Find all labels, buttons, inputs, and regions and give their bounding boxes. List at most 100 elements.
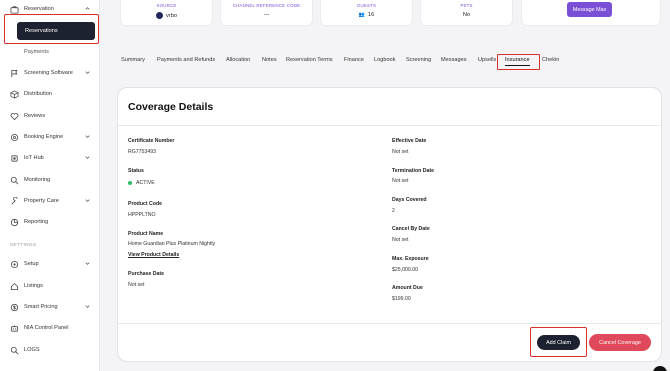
chevron-down-icon xyxy=(84,154,91,161)
sidebar: Reservation Reservations Payments Screen… xyxy=(0,0,100,371)
guests-card: GUESTS 👥 16 xyxy=(320,0,413,26)
max-exposure-label: Max. Exposure xyxy=(392,256,429,262)
certificate-number-value: RG7753493 xyxy=(128,149,156,155)
divider xyxy=(118,323,661,324)
status-value-row: ACTIVE xyxy=(128,180,155,186)
add-claim-button[interactable]: Add Claim xyxy=(537,335,580,350)
people-icon: 👥 xyxy=(358,12,365,18)
tab-upsells[interactable]: Upsells xyxy=(478,57,496,63)
nav-nia-control-panel[interactable]: NIA Control Panel xyxy=(10,321,94,335)
certificate-number-label: Certificate Number xyxy=(128,138,175,144)
status-value: ACTIVE xyxy=(136,180,155,186)
source-value-row: vrbo xyxy=(121,12,212,19)
coverage-details-card: Coverage Details Certificate Number RG77… xyxy=(117,87,662,362)
chevron-down-icon xyxy=(84,303,91,310)
search-icon xyxy=(10,346,19,355)
guests-value: 16 xyxy=(368,12,375,18)
product-name-value: Home Guardian Plus Platinum Nightly xyxy=(128,241,216,247)
tab-allocation[interactable]: Allocation xyxy=(226,57,250,63)
cancel-coverage-button[interactable]: Cancel Coverage xyxy=(589,334,651,351)
settings-section-title: SETTINGS xyxy=(10,243,37,248)
nav-distribution-label: Distribution xyxy=(24,91,52,97)
guests-value-row: 👥 16 xyxy=(321,12,412,18)
nav-monitoring-label: Monitoring xyxy=(24,177,51,183)
nav-setup-label: Setup xyxy=(24,261,39,267)
chevron-down-icon xyxy=(84,197,91,204)
channel-value: --- xyxy=(263,12,270,18)
channel-label: CHANNEL REFERENCE CODE xyxy=(232,3,301,8)
cancel-by-date-label: Cancel By Date xyxy=(392,226,430,232)
nav-nia-control-panel-label: NIA Control Panel xyxy=(24,325,69,331)
nav-payments[interactable]: Payments xyxy=(24,49,49,55)
days-covered-value: 2 xyxy=(392,208,395,214)
tab-finance[interactable]: Finance xyxy=(344,57,364,63)
tab-screening[interactable]: Screening xyxy=(406,57,431,63)
channel-card: CHANNEL REFERENCE CODE --- xyxy=(220,0,313,26)
nav-property-care[interactable]: Property Care xyxy=(10,194,94,208)
chevron-down-icon xyxy=(84,133,91,140)
termination-date-value: Not set xyxy=(392,178,409,184)
briefcase-icon xyxy=(10,5,19,14)
nav-booking-engine-label: Booking Engine xyxy=(24,134,64,140)
box-icon xyxy=(10,89,19,99)
nav-reporting[interactable]: Reporting xyxy=(10,215,94,229)
tab-summary[interactable]: Summary xyxy=(121,57,145,63)
chevron-down-icon xyxy=(84,69,91,76)
nav-smart-pricing[interactable]: Smart Pricing xyxy=(10,300,94,314)
divider xyxy=(118,125,661,126)
dollar-icon xyxy=(10,303,19,312)
nav-reservation-label: Reservation xyxy=(24,6,54,12)
amount-due-value: $199.00 xyxy=(392,296,411,302)
nav-property-care-label: Property Care xyxy=(24,198,59,204)
nav-reporting-label: Reporting xyxy=(24,219,49,225)
nav-listings[interactable]: Listings xyxy=(10,279,94,293)
tab-notes[interactable]: Notes xyxy=(262,57,277,63)
product-name-label: Product Name xyxy=(128,231,164,237)
product-code-value: HPPPLTNO xyxy=(128,212,156,218)
view-product-details-link[interactable]: View Product Details xyxy=(128,252,179,258)
vrbo-logo-icon xyxy=(156,12,164,19)
source-card: SOURCE vrbo xyxy=(120,0,213,26)
robot-icon xyxy=(10,324,19,333)
cancel-by-date-value: Not set xyxy=(392,237,409,243)
avatar[interactable] xyxy=(653,366,667,371)
nav-reservations-active[interactable]: Reservations xyxy=(17,22,95,40)
nav-iot-hub[interactable]: IoT Hub xyxy=(10,151,94,165)
source-value: vrbo xyxy=(166,12,177,19)
chip-icon xyxy=(10,154,19,163)
nav-screening-software-label: Screening Software xyxy=(24,70,73,76)
nav-reservation[interactable]: Reservation xyxy=(10,2,94,16)
effective-date-label: Effective Date xyxy=(392,138,427,144)
product-code-label: Product Code xyxy=(128,201,163,207)
tab-chekin[interactable]: Chekin xyxy=(542,57,559,63)
nav-reviews[interactable]: Reviews xyxy=(10,109,94,123)
tab-logbook[interactable]: Logbook xyxy=(374,57,395,63)
days-covered-label: Days Covered xyxy=(392,197,427,203)
source-label: SOURCE xyxy=(156,3,177,8)
nav-setup[interactable]: Setup xyxy=(10,257,94,271)
nav-listings-label: Listings xyxy=(24,283,43,289)
nav-logs[interactable]: LOGS xyxy=(10,343,94,357)
nav-screening-software[interactable]: Screening Software xyxy=(10,66,94,80)
nav-iot-hub-label: IoT Hub xyxy=(24,155,44,161)
purchase-date-label: Purchase Date xyxy=(128,271,165,277)
max-exposure-value: $25,000.00 xyxy=(392,267,418,273)
nav-booking-engine[interactable]: Booking Engine xyxy=(10,130,94,144)
tab-reservation-terms[interactable]: Reservation Terms xyxy=(286,57,333,63)
purchase-date-value: Not set xyxy=(128,282,145,288)
nav-reservations-label: Reservations xyxy=(25,28,58,34)
nav-distribution[interactable]: Distribution xyxy=(10,87,94,101)
coverage-details-title: Coverage Details xyxy=(128,101,214,113)
nav-logs-label: LOGS xyxy=(24,347,40,353)
pets-card: PETS No xyxy=(420,0,513,26)
tab-insurance[interactable]: Insurance xyxy=(505,57,530,66)
nav-reviews-label: Reviews xyxy=(24,113,46,119)
message-max-button[interactable]: Message Max xyxy=(567,2,612,17)
status-dot-icon xyxy=(128,180,132,185)
nav-monitoring[interactable]: Monitoring xyxy=(10,173,94,187)
tab-payments-and-refunds[interactable]: Payments and Refunds xyxy=(157,57,215,63)
home-icon xyxy=(10,282,19,291)
pie-chart-icon xyxy=(10,218,19,227)
nav-smart-pricing-label: Smart Pricing xyxy=(24,304,58,310)
tab-messages[interactable]: Messages xyxy=(441,57,467,63)
